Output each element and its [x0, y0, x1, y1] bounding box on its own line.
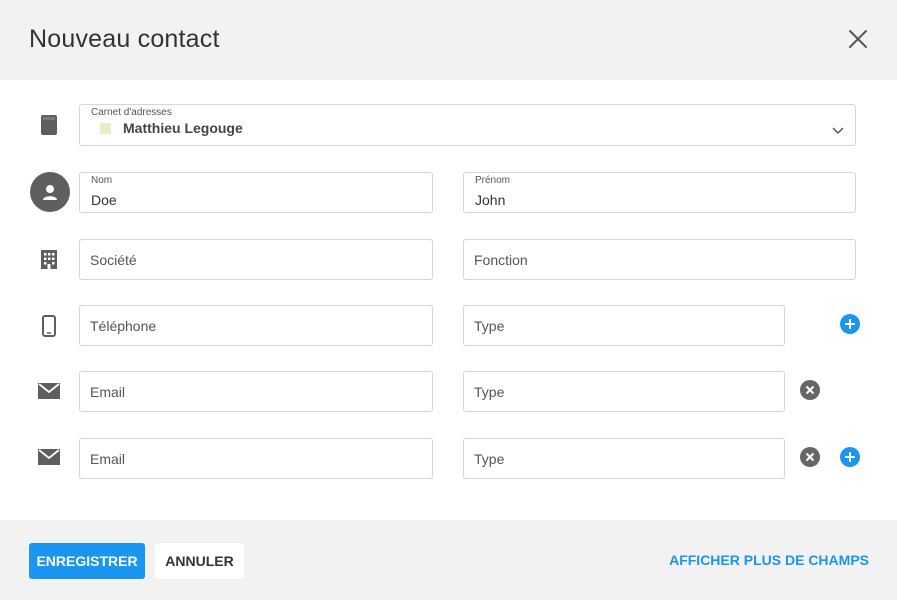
- person-icon: [30, 172, 70, 212]
- remove-circle-icon[interactable]: [800, 447, 820, 467]
- last-name-label: Nom: [91, 175, 113, 186]
- envelope-icon: [37, 448, 61, 466]
- email-field[interactable]: [79, 371, 433, 412]
- phone-field[interactable]: [79, 305, 433, 346]
- show-more-fields-link[interactable]: AFFICHER PLUS DE CHAMPS: [669, 552, 869, 568]
- address-book-label: Carnet d'adresses: [91, 107, 172, 118]
- phone-type-input[interactable]: [464, 306, 784, 345]
- function-field[interactable]: [463, 239, 856, 280]
- last-name-field[interactable]: Nom Doe: [79, 172, 433, 213]
- last-name-value: Doe: [91, 192, 117, 208]
- first-name-label: Prénom: [475, 175, 511, 186]
- add-circle-icon[interactable]: [840, 447, 860, 467]
- email-type-input[interactable]: [464, 372, 784, 411]
- dialog-title: Nouveau contact: [29, 25, 220, 53]
- phone-type-field[interactable]: [463, 305, 785, 346]
- first-name-field[interactable]: Prénom John: [463, 172, 856, 213]
- building-icon: [38, 248, 60, 270]
- email-input[interactable]: [80, 439, 432, 478]
- save-button[interactable]: ENREGISTRER: [29, 543, 145, 579]
- first-name-value: John: [475, 192, 506, 208]
- function-input[interactable]: [464, 240, 855, 279]
- book-icon: [38, 114, 60, 136]
- cancel-button[interactable]: ANNULER: [155, 543, 244, 579]
- dialog-header: Nouveau contact: [0, 0, 897, 80]
- dialog-footer: ENREGISTRER ANNULER AFFICHER PLUS DE CHA…: [0, 520, 897, 600]
- envelope-icon: [37, 382, 61, 400]
- address-book-value: Matthieu Legouge: [123, 120, 243, 136]
- address-book-select[interactable]: Carnet d'adresses Matthieu Legouge: [79, 104, 856, 146]
- email-type-field[interactable]: [463, 371, 785, 412]
- add-circle-icon[interactable]: [840, 314, 860, 334]
- mobile-phone-icon: [39, 314, 59, 338]
- phone-input[interactable]: [80, 306, 432, 345]
- email-type-input[interactable]: [464, 439, 784, 478]
- address-book-color-swatch: [100, 123, 111, 134]
- email-field[interactable]: [79, 438, 433, 479]
- company-field[interactable]: [79, 239, 433, 280]
- chevron-down-icon[interactable]: [832, 122, 844, 140]
- email-input[interactable]: [80, 372, 432, 411]
- close-icon[interactable]: [846, 27, 870, 51]
- email-type-field[interactable]: [463, 438, 785, 479]
- company-input[interactable]: [80, 240, 432, 279]
- remove-circle-icon[interactable]: [800, 380, 820, 400]
